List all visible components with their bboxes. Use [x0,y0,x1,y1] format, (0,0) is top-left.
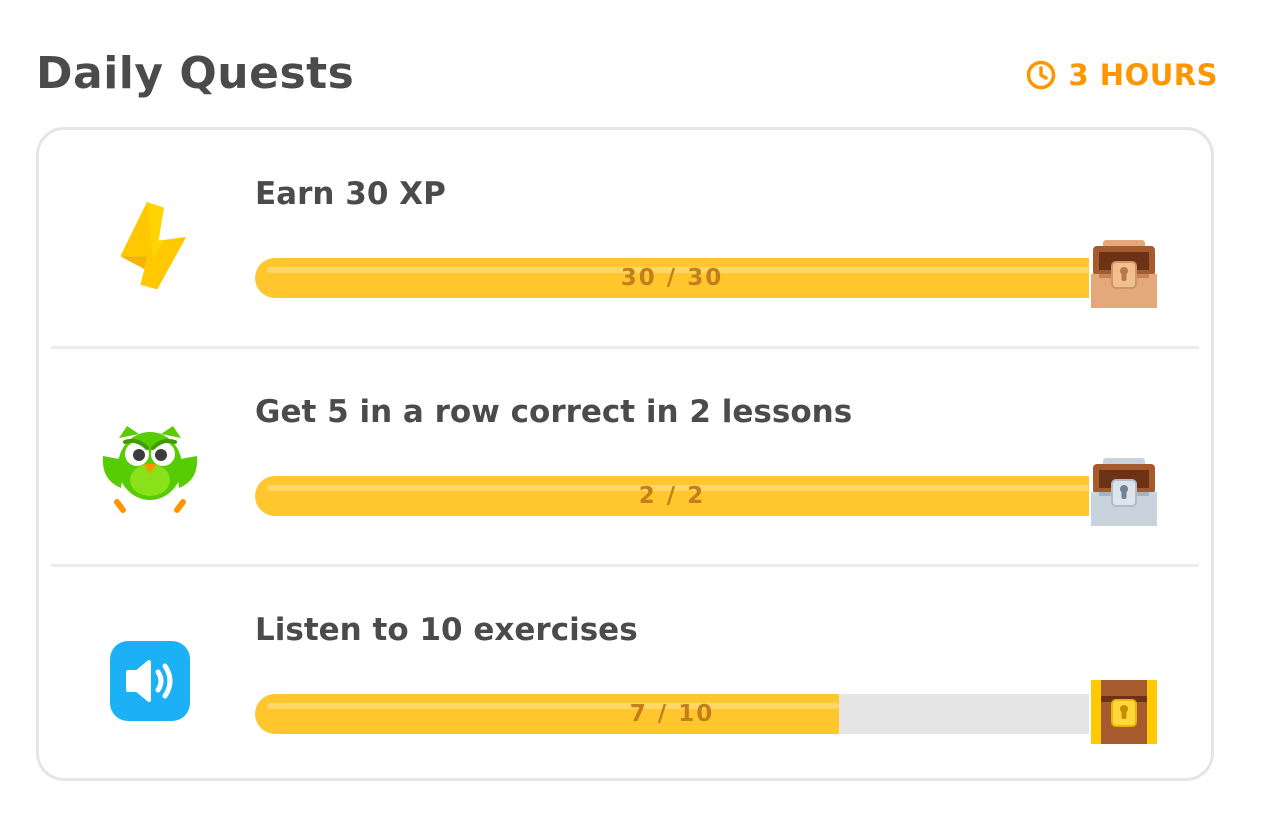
progress-bar: 2 / 2 [255,476,1089,516]
chest-opened-bronze-icon [1091,240,1157,308]
progress-text: 30 / 30 [620,265,724,291]
clock-icon [1026,60,1055,90]
quest-item-streak-correct[interactable]: Get 5 in a row correct in 2 lessons 2 / … [39,348,1211,566]
quest-title: Earn 30 XP [255,176,446,212]
quest-item-listen[interactable]: Listen to 10 exercises 7 / 10 [39,566,1211,784]
chest-gold-icon [1091,680,1157,744]
quests-card: Earn 30 XP 30 / 30 Get 5 in a row correc… [36,127,1214,781]
quest-title: Listen to 10 exercises [255,612,638,648]
page-title: Daily Quests [36,48,355,99]
progress-text: 2 / 2 [638,483,706,509]
progress-bar: 30 / 30 [255,258,1089,298]
progress-bar: 7 / 10 [255,694,1089,734]
progress-text: 7 / 10 [629,701,715,727]
speaker-icon [110,641,190,721]
chest-opened-silver-icon [1091,458,1157,526]
timer-label: 3 HOURS [1068,58,1218,92]
quest-timer: 3 HOURS [1025,58,1218,92]
owl-icon [102,426,198,513]
quest-item-earn-xp[interactable]: Earn 30 XP 30 / 30 [39,130,1211,348]
quest-title: Get 5 in a row correct in 2 lessons [255,394,853,430]
lightning-icon [120,202,187,290]
